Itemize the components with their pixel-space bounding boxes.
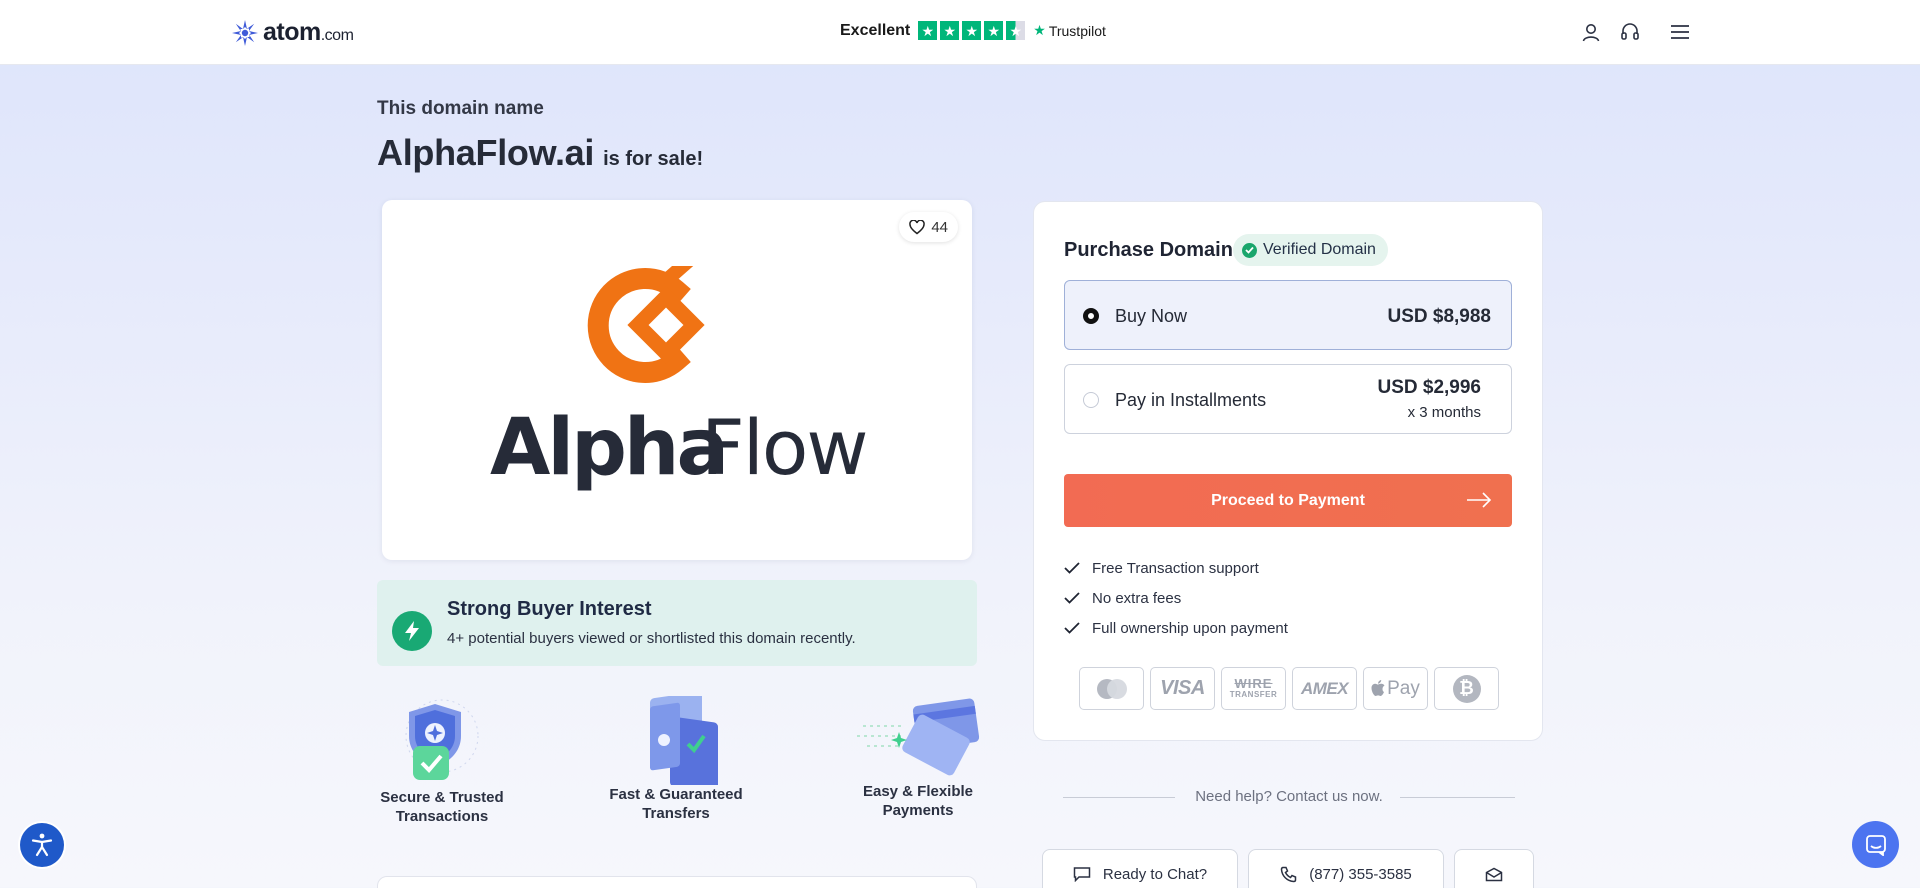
feature-label: Transactions: [395, 808, 489, 825]
trust-rating-label: Excellent: [840, 21, 911, 39]
apple-pay-icon: Pay: [1363, 667, 1428, 710]
buyer-interest-banner: Strong Buyer Interest 4+ potential buyer…: [377, 580, 977, 666]
installment-term: x 3 months: [1407, 404, 1481, 421]
accessibility-button[interactable]: [20, 823, 64, 867]
trustpilot-rating[interactable]: Excellent ★ ★ ★ ★ ★ ★ Trustpilot: [840, 21, 1106, 40]
page-title: AlphaFlow.ai is for sale!: [377, 132, 703, 174]
radio-selected[interactable]: [1083, 308, 1099, 324]
trust-stars: ★ ★ ★ ★ ★: [918, 21, 1026, 40]
mastercard-icon: [1079, 667, 1144, 710]
logo-wordmark: atom.com: [263, 18, 354, 46]
star-icon: ★: [962, 21, 982, 40]
email-button[interactable]: [1454, 849, 1534, 888]
amex-icon: AMEX: [1292, 667, 1357, 710]
additional-info-card: [377, 876, 977, 888]
option-price: USD $2,996: [1377, 377, 1481, 398]
domain-logo-card: 44 Alpha Flow: [382, 200, 972, 560]
logo-text-flow: Flow: [701, 403, 867, 492]
option-price: USD $8,988: [1387, 306, 1491, 327]
arrow-right-icon: [1467, 492, 1492, 508]
half-star-icon: ★: [1006, 21, 1026, 40]
page-eyebrow: This domain name: [377, 98, 544, 119]
benefit-item: Free Transaction support: [1064, 553, 1288, 583]
atom-logo-icon: [232, 19, 258, 46]
feature-fast: Fast & Guaranteed Transfers: [606, 696, 746, 823]
messenger-icon: [1865, 834, 1886, 856]
trustpilot-brand: ★ Trustpilot: [1033, 22, 1106, 39]
favorite-count: 44: [931, 218, 948, 236]
proceed-label: Proceed to Payment: [1211, 491, 1365, 509]
accessibility-icon: [31, 833, 53, 857]
atom-logo[interactable]: atom.com: [231, 18, 354, 47]
mail-icon: [1485, 867, 1503, 881]
star-icon: ★: [918, 21, 938, 40]
feature-secure: Secure & Trusted Transactions: [377, 696, 507, 826]
star-icon: ★: [940, 21, 960, 40]
feature-label: Transfers: [642, 805, 710, 822]
lightning-icon: [392, 611, 432, 651]
shield-icon: [405, 699, 479, 780]
favorite-button[interactable]: 44: [899, 212, 958, 242]
option-label: Buy Now: [1115, 306, 1188, 326]
header-actions: [1580, 20, 1692, 44]
option-label: Pay in Installments: [1115, 390, 1267, 410]
visa-icon: VISA: [1150, 667, 1215, 710]
bitcoin-icon: ₿: [1434, 667, 1499, 710]
radio-unselected[interactable]: [1083, 392, 1099, 408]
option-installments[interactable]: Pay in Installments USD $2,996 x 3 month…: [1064, 364, 1512, 434]
phone-icon: [1280, 866, 1297, 882]
feature-label: Secure & Trusted: [380, 789, 504, 806]
star-icon: ★: [984, 21, 1004, 40]
proceed-to-payment-button[interactable]: Proceed to Payment: [1064, 474, 1512, 527]
headset-icon[interactable]: [1619, 20, 1641, 44]
for-sale-label: is for sale!: [603, 148, 704, 170]
alphaflow-emblem-icon: [587, 266, 705, 383]
option-buy-now[interactable]: Buy Now USD $8,988: [1064, 280, 1512, 350]
benefit-item: Full ownership upon payment: [1064, 613, 1288, 643]
benefit-item: No extra fees: [1064, 583, 1288, 613]
interest-title: Strong Buyer Interest: [447, 598, 652, 620]
chat-launcher-button[interactable]: [1852, 821, 1899, 868]
logo-text-alpha: Alpha: [490, 403, 726, 493]
feature-flexible: Easy & Flexible Payments: [848, 696, 988, 820]
check-icon: [1064, 562, 1080, 574]
chat-bubble-icon: [1073, 867, 1091, 882]
purchase-title: Purchase Domain: [1064, 239, 1233, 261]
phone-number: (877) 355-3585: [1309, 865, 1412, 883]
top-navigation-bar: atom.com Excellent ★ ★ ★ ★ ★ ★ Trustpilot: [0, 0, 1920, 65]
payment-cards-icon: [857, 698, 980, 776]
divider-line: [1400, 797, 1515, 798]
check-icon: [1064, 592, 1080, 604]
heart-icon: [909, 219, 926, 234]
help-divider: Need help? Contact us now.: [1063, 786, 1515, 808]
wire-transfer-icon: WIRE TRANSFER: [1221, 667, 1286, 710]
wallet-transfer-icon: [650, 696, 718, 785]
verified-badge: Verified Domain: [1233, 234, 1388, 266]
feature-label: Payments: [882, 802, 954, 819]
chat-label: Ready to Chat?: [1102, 865, 1208, 883]
domain-name: AlphaFlow.ai: [377, 132, 595, 173]
purchase-panel: Purchase Domain Verified Domain Buy Now …: [1033, 201, 1543, 741]
chat-button[interactable]: Ready to Chat?: [1042, 849, 1238, 888]
check-circle-icon: [1242, 242, 1257, 258]
verified-label: Verified Domain: [1263, 241, 1376, 258]
user-icon[interactable]: [1580, 20, 1602, 44]
feature-label: Easy & Flexible: [862, 783, 974, 800]
check-icon: [1064, 622, 1080, 634]
benefits-list: Free Transaction support No extra fees F…: [1064, 553, 1288, 643]
phone-button[interactable]: (877) 355-3585: [1248, 849, 1444, 888]
menu-icon[interactable]: [1668, 20, 1692, 44]
trustpilot-star-icon: ★: [1033, 22, 1046, 38]
payment-methods: VISA WIRE TRANSFER AMEX Pay ₿: [1079, 667, 1499, 710]
feature-label: Fast & Guaranteed: [609, 786, 743, 803]
interest-description: 4+ potential buyers viewed or shortliste…: [447, 630, 856, 647]
alphaflow-logo: Alpha Flow: [490, 266, 868, 493]
